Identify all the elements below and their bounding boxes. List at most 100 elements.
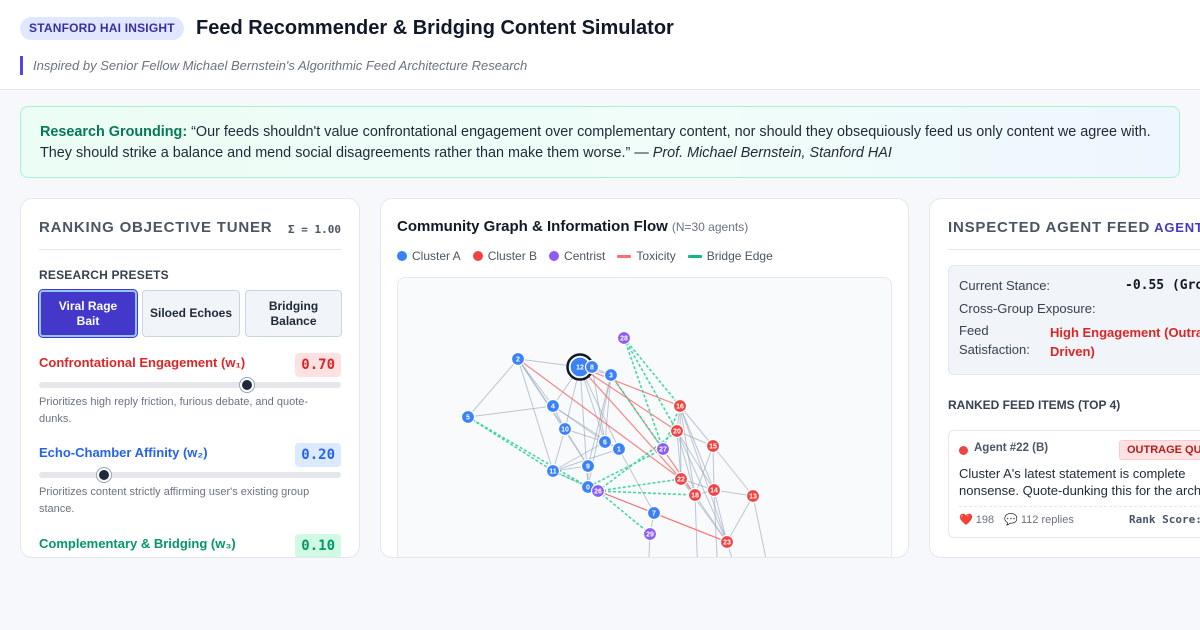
graph-node-label: 22: [677, 477, 685, 484]
graph-edge: [587, 448, 664, 488]
preset-viral-rage-bait-button[interactable]: Viral Rage Bait: [39, 290, 137, 337]
graph-node-label: 10: [561, 427, 569, 434]
cluster-b-dot: [959, 446, 968, 455]
graph-edge: [623, 337, 681, 407]
graph-node-label: 13: [749, 494, 757, 501]
graph-edge: [467, 358, 519, 418]
graph-node-label: 23: [723, 540, 731, 547]
page-subtitle: Inspired by Senior Fellow Michael Bernst…: [20, 56, 527, 75]
graph-node-label: 1: [617, 447, 621, 454]
graph-node-label: 26: [594, 489, 602, 496]
graph-node-label: 18: [691, 493, 699, 500]
feed-value-line-1: High Engagement (Outra: [1050, 325, 1200, 340]
legend-swatch: [397, 251, 407, 261]
community-graph-panel: Community Graph & Information Flow (N=30 …: [380, 198, 909, 558]
graph-node-label: 7: [652, 511, 656, 518]
graph-edge: [679, 405, 714, 447]
legend-label: Toxicity: [636, 249, 676, 263]
preset-bridging-balance-button[interactable]: Bridging Balance: [245, 290, 342, 337]
weight-confrontational-value: 0.70: [295, 353, 341, 377]
graph-node-label: 2: [516, 357, 520, 364]
graph-node-label: 0: [586, 485, 590, 492]
tuner-title: RANKING OBJECTIVE TUNER: [39, 219, 273, 236]
feed-label-line-2: Satisfaction:: [959, 342, 1030, 357]
page-header: STANFORD HAI INSIGHT Feed Recommender & …: [0, 0, 1200, 90]
graph-node-label: 20: [673, 429, 681, 436]
graph-legend: Cluster A Cluster B Centrist Toxicity Br…: [397, 249, 773, 263]
likes-count: ❤️ 198: [959, 514, 995, 526]
network-graph[interactable]: 2 12 3 4 5 10 6 1 9 11 0 7 8 16 20 15 22 18 14 13 23 28 27 26 29: [398, 278, 892, 558]
graph-node-label: 29: [646, 532, 654, 539]
legend-swatch: [687, 254, 702, 258]
weight-echo-chamber-description: Prioritizes content strictly affirming u…: [39, 486, 310, 515]
weight-sum: Σ = 1.00: [288, 223, 341, 236]
graph-node-label: 9: [586, 464, 590, 471]
graph-node-label: 8: [590, 365, 594, 372]
divider: [39, 249, 341, 250]
grounding-attribution: — Prof. Michael Bernstein, Stanford HAI: [634, 145, 892, 161]
grounding-quote: “Our feeds shouldn't value confrontation…: [40, 124, 1151, 161]
inspector-title: INSPECTED AGENT FEED AGENT: [948, 219, 1200, 236]
stance-value: -0.55 (Gro: [1125, 278, 1200, 293]
graph-agent-count: (N=30 agents): [671, 220, 749, 234]
graph-node-label: 14: [710, 488, 718, 495]
feed-item-stats: ❤️ 198 💬 112 replies: [959, 513, 1084, 526]
feed-item-text: Cluster A's latest statement is complete…: [959, 465, 1200, 499]
graph-edge: [726, 495, 754, 543]
graph-node-label: 28: [620, 336, 628, 343]
graph-edge: [679, 405, 728, 543]
graph-node-label: 5: [466, 415, 470, 422]
feed-value-line-2: Driven): [1050, 344, 1095, 359]
replies-count: 💬 112 replies: [1004, 514, 1074, 526]
graph-node-label: 4: [551, 404, 555, 411]
slider-thumb[interactable]: [96, 468, 111, 482]
weight-bridging-label: Complementary & Bridging (w₃): [39, 536, 236, 551]
presets-label: RESEARCH PRESETS: [39, 268, 169, 282]
feed-item-author: Agent #22 (B): [974, 442, 1049, 454]
weight-confrontational-description: Prioritizes high reply friction, furious…: [39, 396, 309, 425]
legend-label: Cluster B: [487, 249, 538, 263]
divider: [959, 506, 1200, 507]
hai-badge: STANFORD HAI INSIGHT: [20, 17, 184, 40]
legend-bridge-edge: Bridge Edge: [687, 249, 773, 263]
rank-score: Rank Score:: [1129, 513, 1200, 526]
page-title: Feed Recommender & Bridging Content Simu…: [196, 17, 674, 39]
feed-satisfaction-value: High Engagement (Outra Driven): [1050, 323, 1200, 361]
research-grounding-callout: Research Grounding: “Our feeds shouldn't…: [20, 106, 1180, 178]
graph-title: Community Graph & Information Flow (N=30 …: [397, 218, 748, 235]
graph-title-text: Community Graph & Information Flow: [397, 218, 668, 235]
ranking-tuner-panel: RANKING OBJECTIVE TUNER Σ = 1.00 RESEARC…: [20, 198, 360, 558]
legend-label: Bridge Edge: [706, 249, 773, 263]
legend-swatch: [549, 251, 560, 261]
weight-echo-chamber-slider[interactable]: [39, 468, 341, 482]
feed-item-text-line-2: nonsense. Quote-dunking this for the arc…: [959, 483, 1200, 498]
graph-edge: [597, 490, 651, 535]
grounding-lead: Research Grounding:: [40, 124, 188, 140]
graph-edge: [623, 337, 678, 432]
legend-cluster-a: Cluster A: [397, 249, 461, 263]
stance-label: Current Stance:: [959, 278, 1051, 293]
legend-label: Cluster A: [412, 249, 461, 263]
graph-edge: [618, 448, 655, 514]
graph-node-label: 3: [609, 373, 613, 380]
graph-edge: [517, 358, 554, 472]
weight-confrontational-label: Confrontational Engagement (w₁): [39, 355, 246, 370]
graph-canvas[interactable]: 2 12 3 4 5 10 6 1 9 11 0 7 8 16 20 15 22 18 14 13 23 28 27 26 29: [397, 277, 892, 558]
inspector-title-text: INSPECTED AGENT FEED: [948, 219, 1151, 236]
agent-inspector-panel: INSPECTED AGENT FEED AGENT Current Stance…: [929, 198, 1200, 558]
graph-node-label: 6: [603, 440, 607, 447]
ranked-items-label: RANKED FEED ITEMS (TOP 4): [948, 398, 1121, 412]
feed-item-tag: OUTRAGE QUOTE-: [1119, 440, 1200, 460]
preset-siloed-echoes-button[interactable]: Siloed Echoes: [142, 290, 240, 337]
feed-item-card[interactable]: Agent #22 (B) OUTRAGE QUOTE- Cluster A's…: [948, 430, 1200, 538]
slider-thumb[interactable]: [240, 378, 255, 392]
divider: [948, 249, 1200, 250]
legend-swatch: [472, 251, 483, 261]
weight-confrontational-slider[interactable]: [39, 378, 341, 392]
weight-bridging-value: 0.10: [295, 534, 341, 557]
inspector-agent-tag: AGENT: [1154, 220, 1200, 235]
graph-node-label: 15: [709, 444, 717, 451]
graph-edge: [597, 490, 696, 496]
graph-edge: [623, 337, 664, 450]
legend-toxicity: Toxicity: [617, 249, 676, 263]
